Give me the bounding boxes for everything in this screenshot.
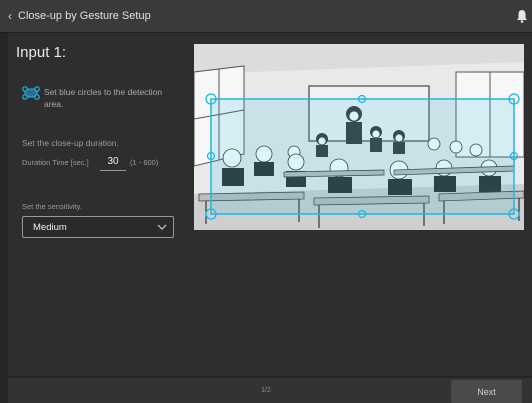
duration-range: (1 - 600)	[130, 158, 159, 167]
instruction-text: Set blue circles to the detection area.	[44, 87, 163, 109]
instruction-row: Set blue circles to the detection area.	[22, 86, 182, 110]
duration-section-label: Set the close-up duration.	[22, 138, 119, 148]
bell-icon[interactable]	[516, 9, 528, 23]
title-bar: ‹ Close-up by Gesture Setup	[0, 0, 532, 33]
camera-preview	[194, 44, 524, 230]
sensitivity-value: Medium	[33, 222, 67, 233]
chevron-down-icon	[157, 224, 167, 230]
sensitivity-select[interactable]: Medium	[22, 216, 174, 238]
duration-input[interactable]	[100, 152, 126, 171]
sensitivity-section-label: Set the sensitivity.	[22, 202, 82, 211]
next-button[interactable]: Next	[451, 380, 522, 403]
detection-area-icon	[22, 86, 40, 100]
detection-area[interactable]	[210, 98, 515, 215]
window-title: Close-up by Gesture Setup	[18, 10, 151, 22]
duration-label: Duration Time [sec.]	[22, 158, 89, 167]
back-button[interactable]: ‹ Close-up by Gesture Setup	[8, 8, 151, 24]
classroom-image	[194, 44, 524, 230]
chevron-left-icon: ‹	[8, 9, 12, 23]
page-title: Input 1:	[16, 44, 67, 61]
